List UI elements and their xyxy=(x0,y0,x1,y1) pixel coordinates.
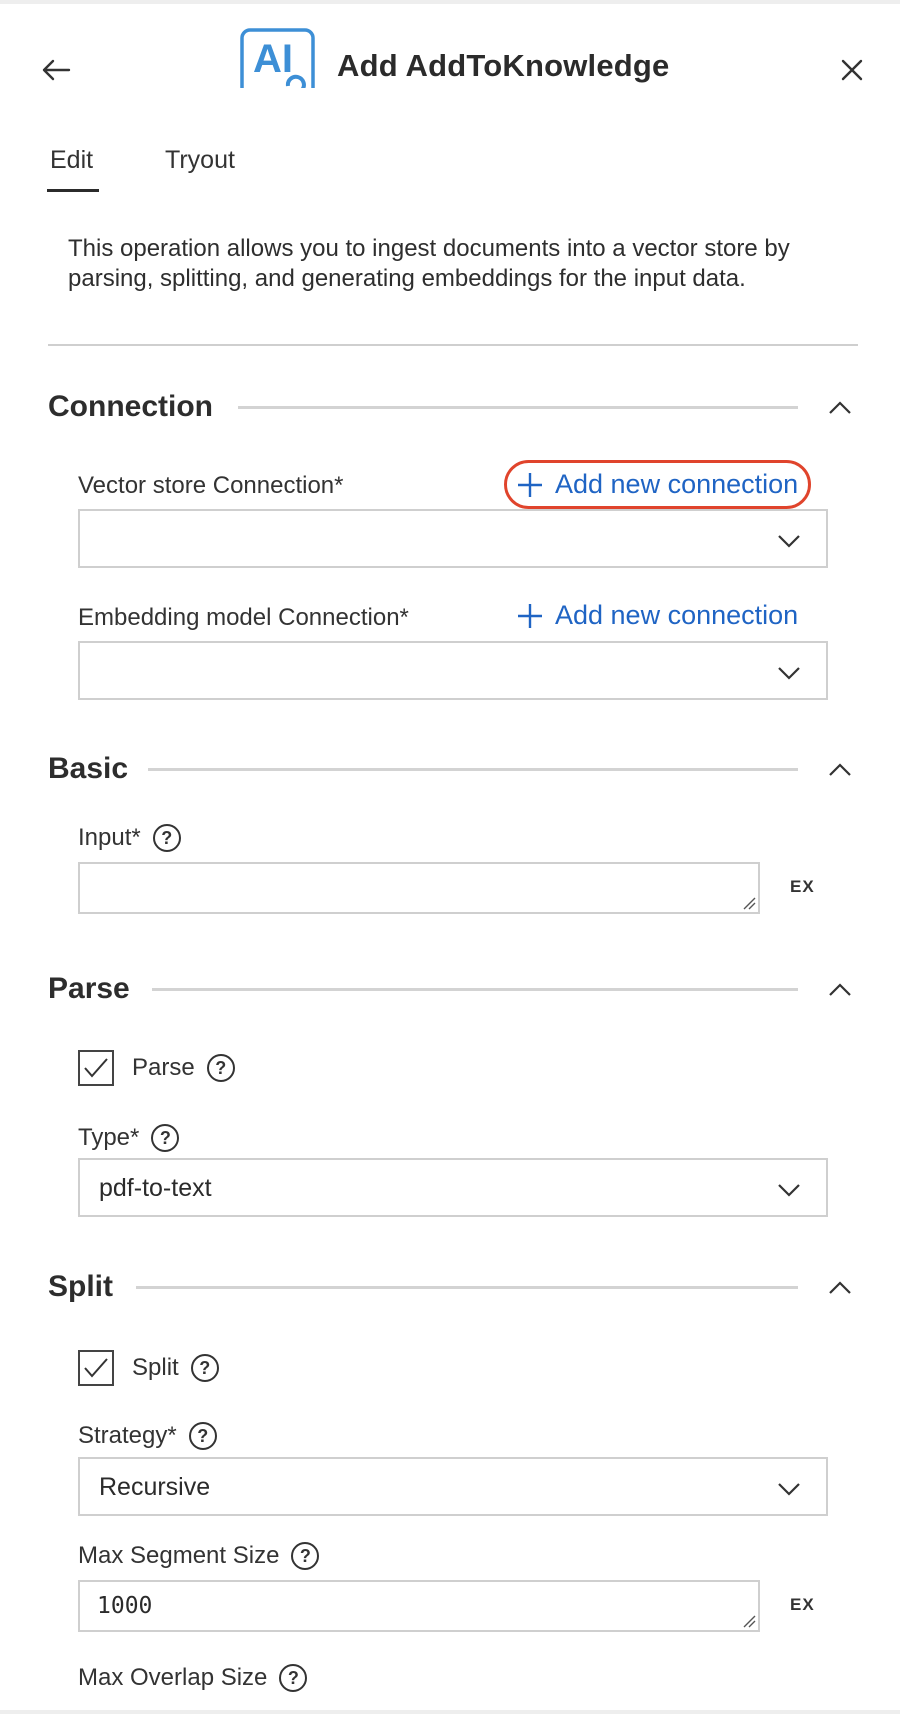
expression-toggle-button[interactable]: EX xyxy=(790,1595,815,1615)
help-icon[interactable]: ? xyxy=(152,824,181,852)
panel-title: Add AddToKnowledge xyxy=(337,48,670,83)
split-checkbox-row: Split ? xyxy=(78,1350,219,1386)
section-title-basic: Basic xyxy=(48,752,129,785)
bottom-border xyxy=(0,1710,900,1714)
collapse-basic-button[interactable] xyxy=(822,752,858,788)
chevron-up-icon xyxy=(829,1281,851,1294)
split-checkbox[interactable] xyxy=(78,1350,114,1386)
operation-description: This operation allows you to ingest docu… xyxy=(68,235,790,292)
select-value: pdf-to-text xyxy=(99,1174,212,1202)
help-icon[interactable]: ? xyxy=(188,1422,217,1450)
embedding-model-connection-label: Embedding model Connection* xyxy=(78,604,409,632)
arrow-left-icon xyxy=(42,59,71,81)
max-segment-size-label: Max Segment Size ? xyxy=(78,1542,320,1570)
resize-handle-icon[interactable] xyxy=(742,896,756,910)
svg-text:AI: AI xyxy=(253,37,293,81)
chevron-down-icon xyxy=(778,535,800,548)
embedding-model-connection-select[interactable] xyxy=(78,641,828,700)
field-label-text: Strategy* xyxy=(78,1422,177,1449)
chevron-down-icon xyxy=(778,1483,800,1496)
chevron-up-icon xyxy=(829,763,851,776)
input-field[interactable] xyxy=(78,862,760,914)
vector-store-connection-label: Vector store Connection* xyxy=(78,472,344,500)
section-divider xyxy=(238,406,798,409)
chevron-down-icon xyxy=(778,1184,800,1197)
help-icon[interactable]: ? xyxy=(291,1542,320,1570)
resize-handle-icon[interactable] xyxy=(742,1614,756,1628)
section-title-connection: Connection xyxy=(48,390,213,423)
section-divider xyxy=(136,1286,798,1289)
chevron-up-icon xyxy=(829,983,851,996)
field-label-text: Input* xyxy=(78,824,141,851)
checkbox-label: Parse xyxy=(132,1054,195,1081)
select-value: Recursive xyxy=(99,1473,211,1501)
type-label: Type* ? xyxy=(78,1124,180,1152)
help-icon[interactable]: ? xyxy=(279,1664,308,1692)
strategy-label: Strategy* ? xyxy=(78,1422,217,1450)
chevron-up-icon xyxy=(829,401,851,414)
add-vector-store-connection-button[interactable]: Add new connection xyxy=(504,460,812,509)
field-label-text: Type* xyxy=(78,1124,140,1151)
input-value: 1000 xyxy=(97,1593,153,1619)
field-label-text: Vector store Connection* xyxy=(78,472,344,499)
parse-checkbox[interactable] xyxy=(78,1050,114,1086)
section-divider xyxy=(152,988,798,991)
tab-tryout[interactable]: Tryout xyxy=(165,146,235,175)
section-title-split: Split xyxy=(48,1270,113,1303)
add-connection-label: Add new connection xyxy=(555,469,799,499)
panel-header: AI Add AddToKnowledge xyxy=(0,4,900,124)
field-label-text: Max Overlap Size xyxy=(78,1664,268,1691)
collapse-connection-button[interactable] xyxy=(822,390,858,426)
input-label: Input* ? xyxy=(78,824,181,852)
checkmark-icon xyxy=(84,1058,108,1078)
help-icon[interactable]: ? xyxy=(151,1124,180,1152)
section-divider xyxy=(148,768,798,771)
section-title-parse: Parse xyxy=(48,972,130,1005)
max-segment-size-field[interactable]: 1000 xyxy=(78,1580,760,1632)
help-icon[interactable]: ? xyxy=(190,1354,219,1382)
vector-store-connection-select[interactable] xyxy=(78,509,828,568)
collapse-split-button[interactable] xyxy=(822,1270,858,1306)
plus-icon xyxy=(518,472,542,497)
field-label-text: Max Segment Size xyxy=(78,1542,280,1569)
checkbox-label: Split xyxy=(132,1354,179,1381)
field-label-text: Embedding model Connection* xyxy=(78,604,409,631)
ai-logo: AI xyxy=(240,28,315,88)
add-connection-label: Add new connection xyxy=(555,600,799,630)
checkmark-icon xyxy=(84,1358,108,1378)
max-overlap-size-label: Max Overlap Size ? xyxy=(78,1664,308,1692)
close-icon xyxy=(841,59,863,81)
parse-type-select[interactable]: pdf-to-text xyxy=(78,1158,828,1217)
plus-icon xyxy=(518,603,542,628)
divider xyxy=(48,344,858,346)
parse-checkbox-row: Parse ? xyxy=(78,1050,235,1086)
close-button[interactable] xyxy=(834,52,870,88)
add-embedding-model-connection-button[interactable]: Add new connection xyxy=(517,600,798,631)
tab-edit[interactable]: Edit xyxy=(50,146,93,175)
collapse-parse-button[interactable] xyxy=(822,972,858,1008)
back-button[interactable] xyxy=(38,52,74,88)
active-tab-indicator xyxy=(47,189,99,192)
help-icon[interactable]: ? xyxy=(206,1054,235,1082)
chevron-down-icon xyxy=(778,667,800,680)
expression-toggle-button[interactable]: EX xyxy=(790,877,815,897)
split-strategy-select[interactable]: Recursive xyxy=(78,1457,828,1516)
